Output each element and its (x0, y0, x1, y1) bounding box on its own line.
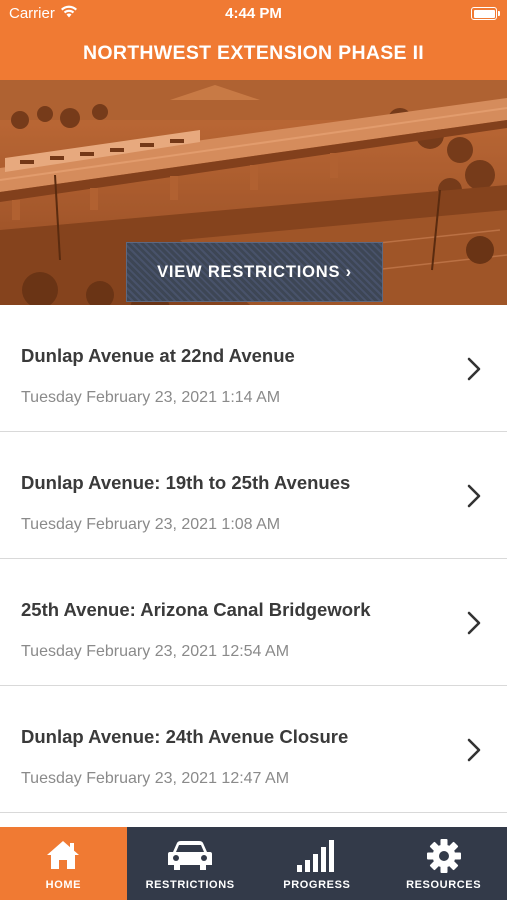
chevron-right-icon (467, 357, 481, 381)
list-item-date: Tuesday February 23, 2021 1:14 AM (21, 389, 281, 406)
battery-icon (471, 7, 500, 20)
list-item-title: Dunlap Avenue at 22nd Avenue (21, 345, 295, 366)
chevron-right-icon (467, 738, 481, 762)
list-item-date: Tuesday February 23, 2021 12:54 AM (21, 643, 290, 660)
hero-banner: VIEW RESTRICTIONS › (0, 80, 507, 305)
view-restrictions-label: VIEW RESTRICTIONS › (157, 262, 352, 281)
list-item-title: 25th Avenue: Arizona Canal Bridgework (21, 599, 371, 620)
status-bar: Carrier 4:44 PM (0, 0, 507, 28)
chevron-right-icon (467, 484, 481, 508)
home-icon (47, 841, 80, 869)
tab-bar: HOME RESTRICTIONS PROGRESS RESOURCES (0, 827, 507, 900)
list-item-date: Tuesday February 23, 2021 12:47 AM (21, 770, 290, 787)
tab-resources[interactable]: RESOURCES (380, 827, 507, 900)
tab-progress[interactable]: PROGRESS (254, 827, 381, 900)
list-item-title: Dunlap Avenue: 19th to 25th Avenues (21, 472, 351, 493)
tab-restrictions-label: RESTRICTIONS (145, 879, 235, 891)
list-item[interactable]: Dunlap Avenue: 19th to 25th Avenues Tues… (0, 432, 507, 559)
status-time: 4:44 PM (225, 5, 282, 22)
car-icon (168, 841, 213, 870)
chevron-right-icon (467, 611, 481, 635)
list-item[interactable]: Dunlap Avenue at 22nd Avenue Tuesday Feb… (0, 305, 507, 432)
list-item-date: Tuesday February 23, 2021 1:08 AM (21, 516, 281, 533)
tab-progress-label: PROGRESS (283, 879, 351, 891)
progress-bars-icon (296, 840, 334, 872)
tab-home[interactable]: HOME (0, 827, 127, 900)
list-item[interactable]: Dunlap Avenue: 24th Avenue Closure Tuesd… (0, 686, 507, 813)
tab-restrictions[interactable]: RESTRICTIONS (127, 827, 254, 900)
list-item-title: Dunlap Avenue: 24th Avenue Closure (21, 726, 349, 747)
list-item[interactable]: 25th Avenue: Arizona Canal Bridgework Tu… (0, 559, 507, 686)
gear-icon (426, 839, 461, 873)
tab-home-label: HOME (45, 879, 82, 891)
view-restrictions-button[interactable]: VIEW RESTRICTIONS › (126, 242, 383, 302)
restrictions-list: Dunlap Avenue at 22nd Avenue Tuesday Feb… (0, 305, 507, 813)
tab-resources-label: RESOURCES (406, 879, 482, 891)
page-title: NORTHWEST EXTENSION PHASE II (0, 28, 507, 80)
